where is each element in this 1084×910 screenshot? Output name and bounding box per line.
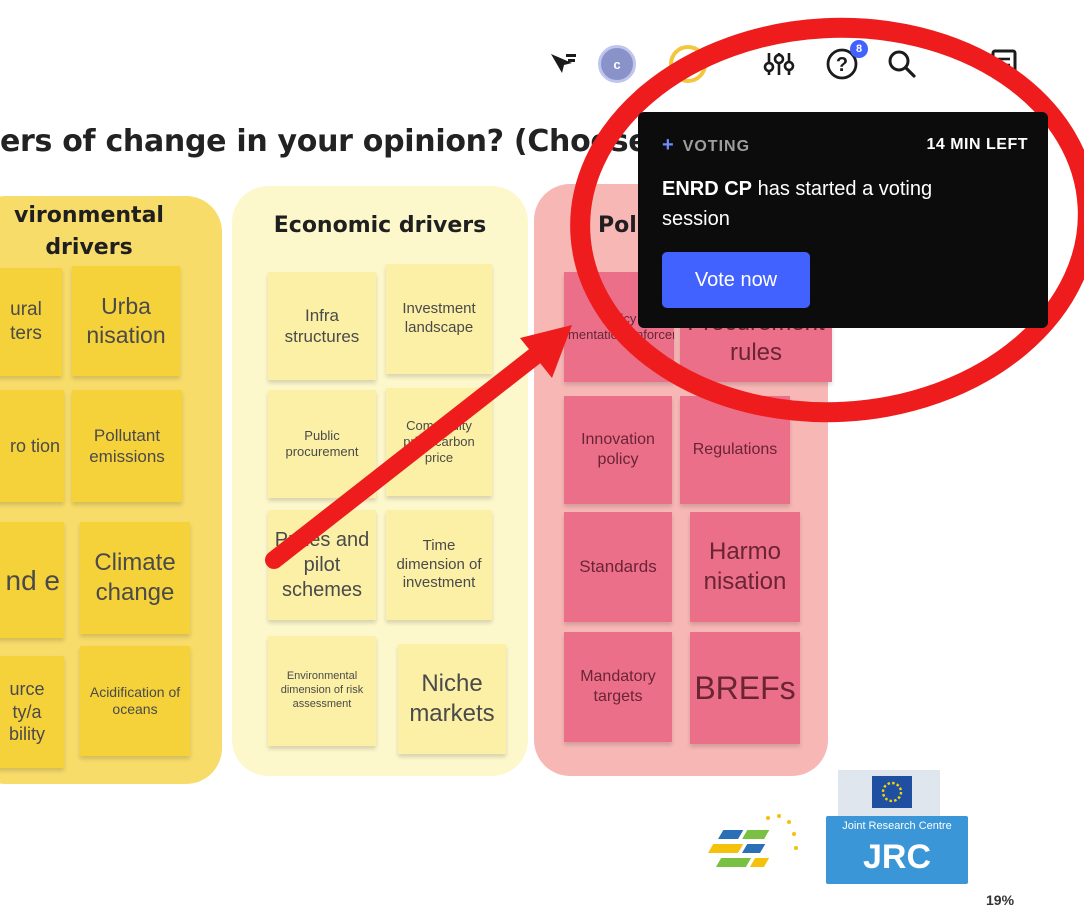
voting-notification: + VOTING 14 MIN LEFT ENRD CP has started … bbox=[638, 112, 1048, 328]
notification-user: ENRD CP bbox=[662, 178, 753, 200]
jrc-logo: Joint Research Centre JRC bbox=[826, 770, 968, 884]
vote-now-button[interactable]: Vote now bbox=[662, 252, 810, 308]
time-left: 14 MIN LEFT bbox=[926, 136, 1028, 153]
zoom-level[interactable]: 19% bbox=[986, 892, 1014, 908]
jrc-caption: Joint Research Centre bbox=[842, 820, 952, 832]
plus-icon: + bbox=[662, 134, 675, 156]
eu-flag-icon bbox=[872, 776, 912, 808]
partner-logo bbox=[708, 814, 798, 867]
notification-message: ENRD CP has started a voting session bbox=[662, 174, 1002, 234]
jrc-text: JRC bbox=[862, 838, 932, 876]
notification-header: + VOTING bbox=[662, 134, 750, 157]
notification-label: VOTING bbox=[682, 138, 751, 155]
red-arrow-annotation bbox=[265, 325, 572, 569]
